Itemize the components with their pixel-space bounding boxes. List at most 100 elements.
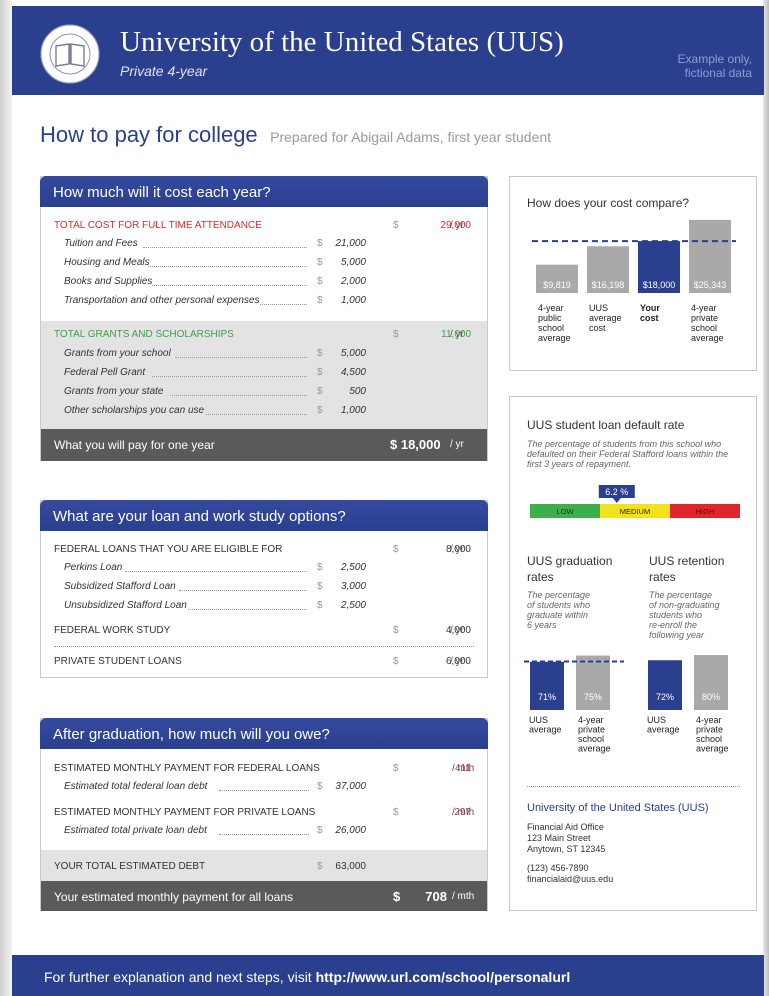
graduation-bar — [530, 661, 564, 710]
retention-title-line2: rates — [649, 570, 676, 584]
cost-item-label: Tuition and Fees — [64, 238, 138, 249]
retention-note: The percentage of non-graduating students … — [649, 590, 720, 640]
grant-item-label: Grants from your state — [64, 386, 164, 397]
dollar-sign: $ — [317, 562, 323, 573]
pay-value: $ 18,000 — [390, 437, 441, 452]
default-rate-value: 6.2 % — [605, 487, 628, 497]
retention-title-line1: UUS retention — [649, 554, 725, 568]
loan-item-label: Subsidized Stafford Loan — [64, 581, 176, 592]
footer-url-link[interactable]: http://www.url.com/school/personalurl — [316, 969, 571, 985]
contact-name: University of the United States (UUS) — [527, 802, 709, 814]
pay-label: What you will pay for one year — [54, 438, 215, 452]
header-banner: University of the United States (UUS) Pr… — [12, 6, 764, 95]
dollar-sign: $ — [317, 367, 323, 378]
retention-bar-label: private — [696, 725, 723, 735]
university-seal-icon — [39, 23, 101, 85]
grant-item-value: 500 — [349, 386, 366, 397]
dollar-sign: $ — [317, 257, 323, 268]
cost-item-value: 2,000 — [340, 276, 366, 287]
retention-bar-value: 72% — [656, 692, 674, 702]
federal-loans-label: FEDERAL LOANS THAT YOU ARE ELIGIBLE FOR — [54, 544, 283, 555]
total-cost-label: TOTAL COST FOR FULL TIME ATTENDANCE — [54, 220, 262, 231]
unit-yr: / yr — [450, 656, 464, 667]
leader-dots — [188, 609, 307, 610]
dollar-sign: $ — [317, 405, 323, 416]
dollar-sign: $ — [393, 763, 399, 774]
leader-dots — [147, 266, 307, 267]
retention-bar-value: 80% — [702, 692, 720, 702]
meter-zone-label: MEDIUM — [620, 507, 650, 516]
loan-item-label: Perkins Loan — [64, 562, 123, 573]
owe-card: After graduation, how much will you owe?… — [40, 718, 488, 911]
page-edge-right — [763, 0, 769, 996]
contact-methods: (123) 456-7890 financialaid@uus.edu — [527, 863, 613, 885]
retention-note-line: following year — [649, 630, 705, 640]
leader-dots — [170, 395, 307, 396]
cost-compare-panel: How does your cost compare? $9,819 4-year… — [509, 176, 757, 371]
leader-dots — [179, 590, 307, 591]
loans-card: What are your loan and work study option… — [40, 500, 488, 678]
compare-bar-value: $9,819 — [543, 280, 571, 290]
compare-bar-label: private — [691, 313, 718, 323]
dollar-sign: $ — [317, 581, 323, 592]
meter-zone-label: LOW — [556, 507, 574, 516]
private-debt-value: 26,000 — [335, 825, 366, 836]
pay-band: What you will pay for one year $ 18,000 … — [41, 429, 487, 461]
compare-bar-label: UUS — [589, 303, 608, 313]
federal-debt-value: 37,000 — [335, 781, 366, 792]
divider — [54, 646, 474, 647]
federal-payment-label: ESTIMATED MONTHLY PAYMENT FOR FEDERAL LO… — [54, 763, 320, 774]
leader-dots — [260, 304, 307, 305]
retention-title: UUS retention rates — [649, 553, 724, 585]
cost-item-label: Housing and Meals — [64, 257, 150, 268]
compare-bar-label: school — [538, 323, 564, 333]
divider — [527, 786, 740, 787]
compare-bar-label: average — [538, 333, 571, 343]
private-debt-label: Estimated total private loan debt — [64, 825, 207, 836]
grant-item-label: Other scholarships you can use — [64, 405, 205, 416]
grant-item-value: 5,000 — [340, 348, 366, 359]
graduation-bar-label: 4-year — [578, 715, 604, 725]
dollar-sign: $ — [317, 348, 323, 359]
graduation-note-line: 6 years — [527, 620, 557, 630]
dollar-sign: $ — [393, 544, 399, 555]
owe-card-heading: After graduation, how much will you owe? — [40, 718, 488, 749]
dollar-sign: $ — [317, 825, 323, 836]
default-rate-note: The percentage of students from this sch… — [527, 439, 729, 469]
page-subtitle: Prepared for Abigail Adams, first year s… — [270, 129, 552, 145]
total-debt-value: 63,000 — [335, 861, 366, 872]
compare-bar-value: $18,000 — [643, 280, 676, 290]
compare-bar-label: cost — [589, 323, 606, 333]
compare-bar-label: cost — [640, 313, 659, 323]
page-edge-left — [0, 0, 12, 996]
monthly-payment-label: Your estimated monthly payment for all l… — [54, 890, 294, 904]
rates-panel: UUS student loan default rate The percen… — [509, 396, 757, 911]
graduation-bar-value: 75% — [584, 692, 602, 702]
unit-mth: / mth — [452, 763, 475, 774]
loans-card-heading: What are your loan and work study option… — [40, 500, 488, 531]
retention-bar-label: 4-year — [696, 715, 722, 725]
loan-item-value: 3,000 — [340, 581, 366, 592]
dollar-sign: $ — [393, 807, 399, 818]
total-debt-band: YOUR TOTAL ESTIMATED DEBT $ 63,000 — [41, 850, 487, 881]
total-grants-label: TOTAL GRANTS AND SCHOLARSHIPS — [54, 329, 234, 340]
total-debt-label: YOUR TOTAL ESTIMATED DEBT — [54, 861, 206, 872]
example-note-line1: Example only, — [677, 52, 752, 66]
cost-card: How much will it cost each year? TOTAL C… — [40, 176, 488, 461]
graduation-bar-label: average — [578, 744, 611, 754]
cost-item-label: Transportation and other personal expens… — [64, 295, 260, 306]
unit-yr: / yr — [450, 439, 464, 450]
contact-city: Anytown, ST 12345 — [527, 844, 606, 854]
contact-email[interactable]: financialaid@uus.edu — [527, 874, 613, 885]
cost-item-label: Books and Supplies — [64, 276, 153, 287]
footer-text: For further explanation and next steps, … — [44, 969, 316, 985]
dollar-sign: $ — [393, 656, 399, 667]
graduation-bar-label: average — [529, 725, 562, 735]
dollar-sign: $ — [317, 600, 323, 611]
loan-item-label: Unsubsidized Stafford Loan — [64, 600, 187, 611]
retention-note-line: of non-graduating — [649, 600, 720, 610]
leader-dots — [152, 376, 307, 377]
university-name: University of the United States (UUS) — [120, 26, 564, 58]
unit-yr: / yr — [450, 625, 464, 636]
dollar-sign: $ — [393, 625, 399, 636]
